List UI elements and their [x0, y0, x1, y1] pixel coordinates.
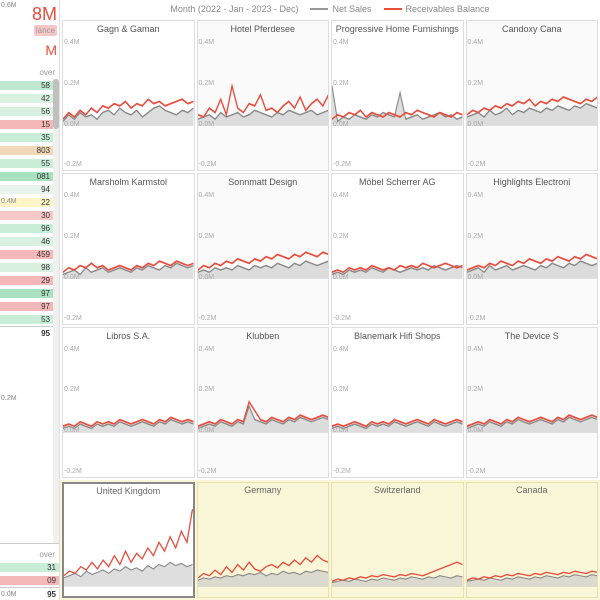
y-axis: 0.4M0.2M0.0M-0.2M — [333, 37, 351, 170]
plot-area: 0.6M0.4M0.2M0.0M — [64, 498, 193, 587]
scrollbar[interactable] — [53, 79, 59, 543]
plot-area: 0.4M0.2M0.0M-0.2M — [198, 344, 329, 477]
chart-panel[interactable]: The Device S0.4M0.2M0.0M-0.2M — [466, 327, 599, 478]
panel-title: Germany — [198, 483, 329, 497]
plot-area: 0.6M0.4M0.2M0.0M — [467, 497, 598, 587]
legend-period: Month (2022 - Jan - 2023 - Dec) — [170, 4, 298, 14]
y-axis: 0.4M0.2M0.0M-0.2M — [333, 344, 351, 477]
legend-label-2: Receivables Balance — [406, 4, 490, 14]
legend-label-1: Net Sales — [332, 4, 371, 14]
plot-area: 0.4M0.2M0.0M-0.2M — [467, 344, 598, 477]
panel-title: Gagn & Gaman — [63, 21, 194, 37]
country-grid: United Kingdom0.6M0.4M0.2M0.0MGermany0.6… — [60, 480, 600, 600]
chart-panel[interactable]: Marsholm Karmstol0.4M0.2M0.0M-0.2M — [62, 173, 195, 324]
plot-area: 0.4M0.2M0.0M-0.2M — [63, 37, 194, 170]
plot-area: 0.4M0.2M0.0M-0.2M — [332, 190, 463, 323]
chart-panel[interactable]: Gagn & Gaman0.4M0.2M0.0M-0.2M — [62, 20, 195, 171]
y-axis: 0.4M0.2M0.0M-0.2M — [468, 190, 486, 323]
panel-title: Candoxy Cana — [467, 21, 598, 37]
legend-line-1 — [310, 8, 328, 10]
y-axis: 0.4M0.2M0.0M-0.2M — [333, 190, 351, 323]
panel-title: Switzerland — [332, 483, 463, 497]
chart-panel[interactable]: Möbel Scherrer AG0.4M0.2M0.0M-0.2M — [331, 173, 464, 324]
panel-title: Blanemark Hifi Shops — [332, 328, 463, 344]
y-axis: 0.4M0.2M0.0M-0.2M — [199, 190, 217, 323]
chart-panel[interactable]: Canada0.6M0.4M0.2M0.0M — [466, 482, 599, 598]
plot-area: 0.6M0.4M0.2M0.0M — [198, 497, 329, 587]
y-axis: 0.4M0.2M0.0M-0.2M — [64, 344, 82, 477]
chart-grid: Gagn & Gaman0.4M0.2M0.0M-0.2MHotel Pferd… — [60, 18, 600, 480]
panel-title: Canada — [467, 483, 598, 497]
chart-panel[interactable]: Switzerland0.6M0.4M0.2M0.0M — [331, 482, 464, 598]
chart-panel[interactable]: Germany0.6M0.4M0.2M0.0M — [197, 482, 330, 598]
chart-panel[interactable]: Progressive Home Furnishings0.4M0.2M0.0M… — [331, 20, 464, 171]
panel-title: Klubben — [198, 328, 329, 344]
panel-title: Highlights Electroni — [467, 174, 598, 190]
panel-title: The Device S — [467, 328, 598, 344]
panel-title: United Kingdom — [64, 484, 193, 498]
legend-line-2 — [384, 8, 402, 10]
panel-title: Hotel Pferdesee — [198, 21, 329, 37]
y-axis: 0.6M0.4M0.2M0.0M — [1, 0, 17, 600]
plot-area: 0.6M0.4M0.2M0.0M — [332, 497, 463, 587]
plot-area: 0.4M0.2M0.0M-0.2M — [198, 190, 329, 323]
y-axis: 0.4M0.2M0.0M-0.2M — [64, 190, 82, 323]
plot-area: 0.4M0.2M0.0M-0.2M — [63, 190, 194, 323]
chart-panel[interactable]: Libros S.A.0.4M0.2M0.0M-0.2M — [62, 327, 195, 478]
kpi-label: lance — [34, 25, 57, 36]
plot-area: 0.4M0.2M0.0M-0.2M — [467, 37, 598, 170]
chart-panel[interactable]: United Kingdom0.6M0.4M0.2M0.0M — [62, 482, 195, 598]
plot-area: 0.4M0.2M0.0M-0.2M — [467, 190, 598, 323]
panel-title: Marsholm Karmstol — [63, 174, 194, 190]
y-axis: 0.4M0.2M0.0M-0.2M — [468, 344, 486, 477]
panel-title: Sonnmatt Design — [198, 174, 329, 190]
chart-panel[interactable]: Hotel Pferdesee0.4M0.2M0.0M-0.2M — [197, 20, 330, 171]
chart-panel[interactable]: Candoxy Cana0.4M0.2M0.0M-0.2M — [466, 20, 599, 171]
main-area: Month (2022 - Jan - 2023 - Dec) Net Sale… — [60, 0, 600, 600]
chart-panel[interactable]: Klubben0.4M0.2M0.0M-0.2M — [197, 327, 330, 478]
plot-area: 0.4M0.2M0.0M-0.2M — [332, 344, 463, 477]
chart-panel[interactable]: Blanemark Hifi Shops0.4M0.2M0.0M-0.2M — [331, 327, 464, 478]
panel-title: Libros S.A. — [63, 328, 194, 344]
panel-title: Möbel Scherrer AG — [332, 174, 463, 190]
y-axis: 0.4M0.2M0.0M-0.2M — [468, 37, 486, 170]
legend: Month (2022 - Jan - 2023 - Dec) Net Sale… — [60, 0, 600, 18]
panel-title: Progressive Home Furnishings — [332, 21, 463, 37]
y-axis: 0.4M0.2M0.0M-0.2M — [199, 37, 217, 170]
plot-area: 0.4M0.2M0.0M-0.2M — [63, 344, 194, 477]
plot-area: 0.4M0.2M0.0M-0.2M — [332, 37, 463, 170]
y-axis: 0.4M0.2M0.0M-0.2M — [199, 344, 217, 477]
chart-panel[interactable]: Highlights Electroni0.4M0.2M0.0M-0.2M — [466, 173, 599, 324]
plot-area: 0.4M0.2M0.0M-0.2M — [198, 37, 329, 170]
y-axis: 0.4M0.2M0.0M-0.2M — [64, 37, 82, 170]
chart-panel[interactable]: Sonnmatt Design0.4M0.2M0.0M-0.2M — [197, 173, 330, 324]
